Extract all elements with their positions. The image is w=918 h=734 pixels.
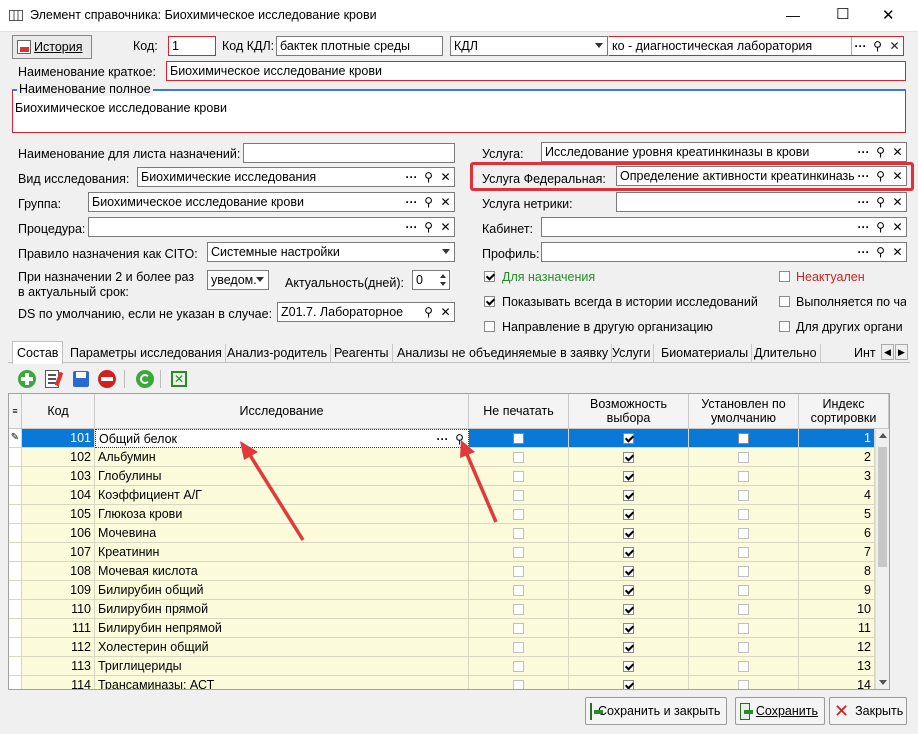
arrow-to-search-icon	[464, 451, 498, 523]
save-and-close-button[interactable]: Сохранить и закрыть	[585, 697, 727, 725]
arrow-head-1	[240, 441, 258, 460]
save-icon	[740, 702, 753, 720]
close-button[interactable]: ✕ Закрыть	[829, 697, 907, 725]
arrow-to-name-cell	[246, 451, 305, 541]
save-close-icon	[590, 702, 603, 720]
save-button[interactable]: Сохранить	[735, 697, 825, 725]
annotation-arrows	[240, 440, 498, 541]
close-icon: ✕	[834, 701, 850, 721]
